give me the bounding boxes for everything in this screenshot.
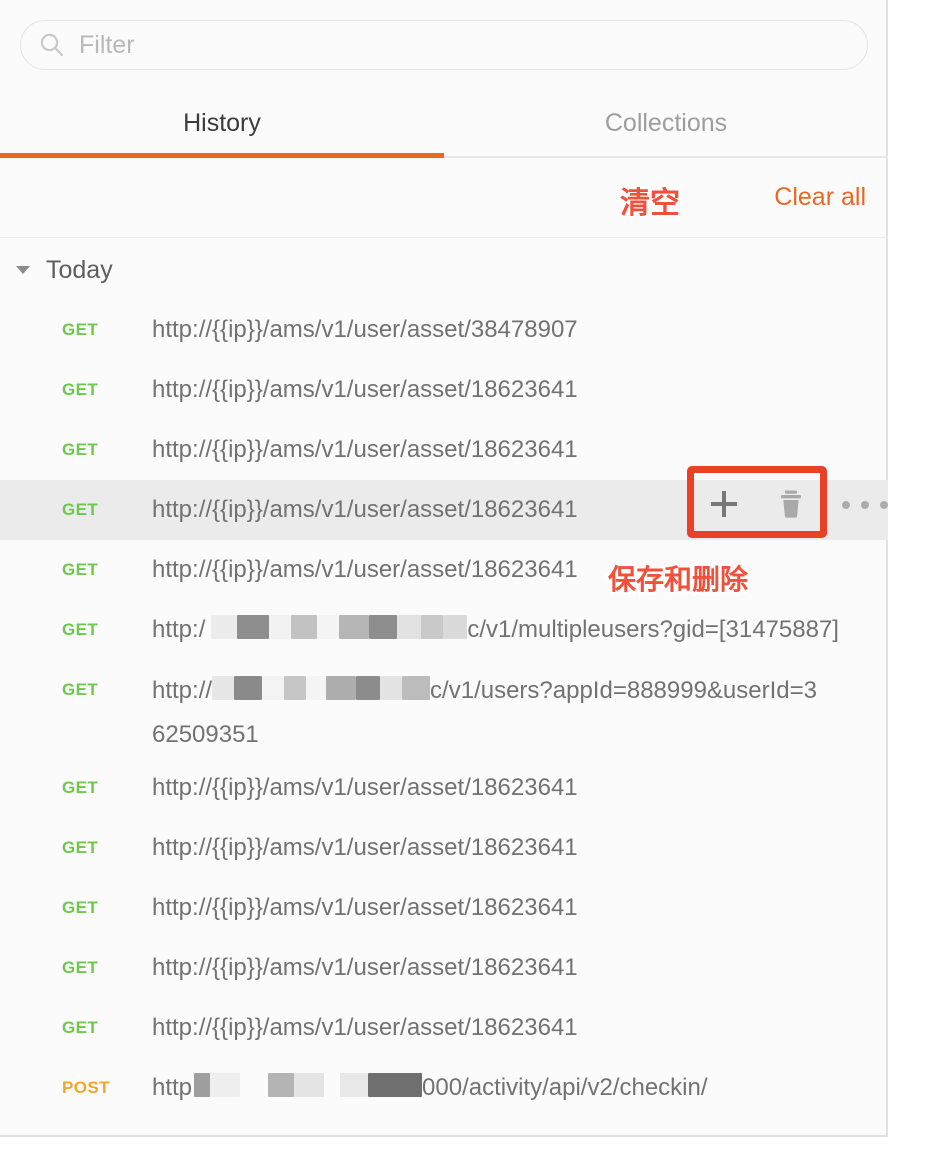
history-row[interactable]: GET http://{{ip}}/ams/v1/user/asset/1862… [0, 938, 888, 998]
list-toolbar: Clear all [0, 158, 888, 238]
search-input[interactable] [79, 30, 849, 60]
request-method: GET [62, 380, 99, 399]
url-prefix: http [152, 1074, 193, 1101]
url-prefix: http:/ [152, 616, 206, 643]
tab-collections-label: Collections [604, 108, 728, 137]
request-url: http://{{ip}}/ams/v1/user/asset/18623641 [152, 376, 578, 403]
tab-history[interactable]: History [0, 90, 444, 158]
history-row[interactable]: GET http://{{ip}}/ams/v1/user/asset/1862… [0, 998, 888, 1058]
request-method: GET [62, 620, 99, 639]
history-row[interactable]: GET http:/ c/v1/multipleusers?gid=[31475… [0, 600, 888, 660]
history-group-label: Today [46, 255, 113, 284]
request-method: GET [62, 778, 99, 797]
history-row[interactable]: GET http://{{ip}}/ams/v1/user/asset/3847… [0, 300, 888, 360]
request-url: http:// c/v1/users?appId=888999&userId=3… [132, 660, 817, 757]
url-suffix: c/v1/users?appId=888999&userId=3 [430, 677, 817, 704]
search-icon [40, 33, 64, 57]
url-suffix: c/v1/multipleusers?gid=[31475887] [467, 616, 839, 643]
request-method: GET [62, 838, 99, 857]
request-url: http://{{ip}}/ams/v1/user/asset/18623641 [152, 436, 578, 463]
ellipsis-dot [861, 501, 869, 509]
history-row[interactable]: GET http://{{ip}}/ams/v1/user/asset/1862… [0, 758, 888, 818]
save-request-button[interactable] [700, 482, 748, 526]
search-input-wrapper[interactable] [20, 20, 868, 70]
request-method: GET [62, 500, 99, 519]
history-sidebar-panel: History Collections Clear all Today GET … [0, 0, 888, 1137]
request-method: GET [62, 320, 99, 339]
request-url: http://{{ip}}/ams/v1/user/asset/18623641 [152, 496, 578, 523]
history-list: GET http://{{ip}}/ams/v1/user/asset/3847… [0, 300, 888, 1118]
tab-history-label: History [183, 108, 261, 137]
ellipsis-dot [880, 501, 888, 509]
url-line2: 62509351 [152, 721, 259, 748]
history-row[interactable]: GET http://{{ip}}/ams/v1/user/asset/1862… [0, 818, 888, 878]
history-row[interactable]: POST http 000/activity/api/v2/checkin/ [0, 1058, 888, 1118]
clear-all-button[interactable]: Clear all [774, 183, 866, 212]
request-method: GET [62, 1018, 99, 1037]
request-method: GET [62, 898, 99, 917]
more-options-icon[interactable] [842, 494, 888, 516]
plus-icon [710, 491, 737, 517]
request-url: http 000/activity/api/v2/checkin/ [132, 1058, 708, 1118]
history-row[interactable]: GET http://{{ip}}/ams/v1/user/asset/1862… [0, 540, 888, 600]
request-url: http://{{ip}}/ams/v1/user/asset/18623641 [152, 954, 578, 981]
history-row[interactable]: GET http://{{ip}}/ams/v1/user/asset/1862… [0, 360, 888, 420]
history-row[interactable]: GET http:// c/v1/users?appId=888999&user… [0, 660, 888, 758]
request-method: GET [62, 958, 99, 977]
request-url: http://{{ip}}/ams/v1/user/asset/18623641 [152, 774, 578, 801]
delete-request-button[interactable] [767, 482, 815, 526]
request-method: GET [62, 440, 99, 459]
chevron-down-icon [16, 266, 30, 274]
tab-bar: History Collections [0, 90, 888, 158]
request-url: http:/ c/v1/multipleusers?gid=[31475887] [132, 600, 839, 660]
history-row[interactable]: GET http://{{ip}}/ams/v1/user/asset/1862… [0, 878, 888, 938]
request-url: http://{{ip}}/ams/v1/user/asset/38478907 [152, 316, 578, 343]
ellipsis-dot [842, 501, 850, 509]
tab-collections[interactable]: Collections [444, 90, 888, 156]
request-url: http://{{ip}}/ams/v1/user/asset/18623641 [152, 894, 578, 921]
history-row[interactable]: GET http://{{ip}}/ams/v1/user/asset/1862… [0, 420, 888, 480]
trash-icon [780, 490, 801, 518]
request-method: GET [62, 560, 99, 579]
row-action-buttons [690, 480, 824, 528]
request-method: POST [62, 1078, 110, 1097]
request-url: http://{{ip}}/ams/v1/user/asset/18623641 [152, 834, 578, 861]
history-group-today[interactable]: Today [0, 246, 888, 294]
url-prefix: http:// [152, 677, 213, 704]
request-url: http://{{ip}}/ams/v1/user/asset/18623641 [152, 1014, 578, 1041]
filter-bar [0, 0, 888, 90]
url-suffix: 000/activity/api/v2/checkin/ [422, 1074, 708, 1101]
request-url: http://{{ip}}/ams/v1/user/asset/18623641 [152, 556, 578, 583]
request-method: GET [62, 680, 99, 699]
